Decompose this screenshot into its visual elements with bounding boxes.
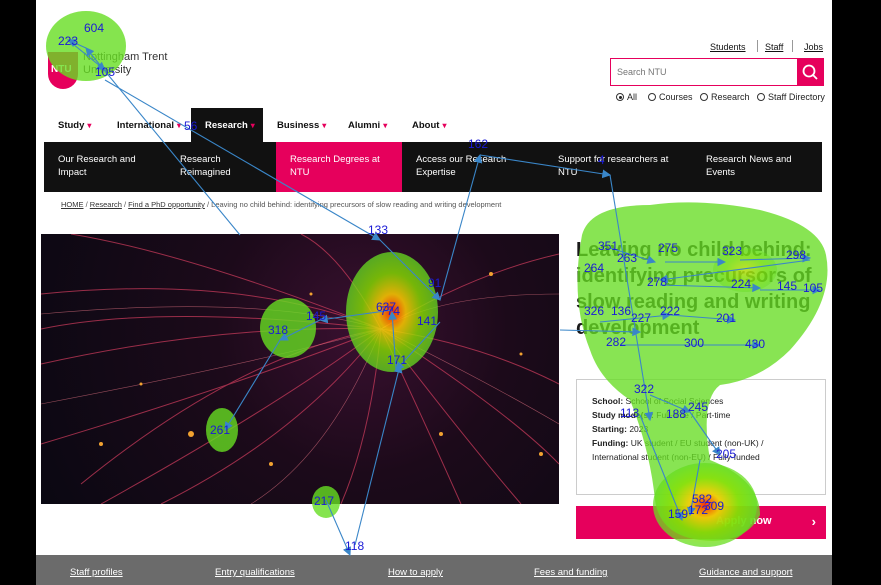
radio-dot [757, 93, 765, 101]
info-value: 2023 [629, 424, 649, 434]
radio-label: Courses [659, 92, 693, 102]
nav-business[interactable]: Business ▾ [263, 108, 334, 142]
footer-link-guidance-support[interactable]: Guidance and support [699, 567, 792, 578]
breadcrumb-current: Leaving no child behind: identifying pre… [211, 200, 502, 209]
radio-courses[interactable]: Courses [648, 92, 693, 102]
info-label: Study mode(s): [592, 410, 654, 420]
subnav-support-researchers[interactable]: Support for researchers at NTU [544, 142, 684, 192]
info-school: School: School of Social Sciences [592, 394, 810, 408]
breadcrumb-sep: / [85, 200, 88, 209]
search-button[interactable] [797, 59, 823, 85]
radio-label: Staff Directory [768, 92, 825, 102]
chevron-down-icon: ▾ [442, 120, 447, 130]
nav-label: Business [277, 119, 320, 131]
ntu-web-page: NTU Nottingham Trent University Students… [36, 22, 832, 585]
nav-label: About [412, 119, 440, 131]
hero-fibres-illustration [41, 234, 559, 504]
footer-link-entry-qualifications[interactable]: Entry qualifications [215, 567, 295, 578]
ntu-logo[interactable]: NTU [48, 52, 78, 89]
right-black-bar [832, 0, 881, 585]
search-box [610, 58, 824, 86]
hero-image [41, 234, 559, 504]
subnav-news-events[interactable]: Research News and Events [692, 142, 822, 192]
breadcrumb-phd[interactable]: Find a PhD opportunity [128, 200, 205, 209]
nav-label: Alumni [348, 119, 381, 131]
staff-link[interactable]: Staff [765, 42, 783, 52]
breadcrumb-sep: / [206, 200, 210, 209]
nav-label: International [117, 119, 175, 131]
radio-dot-selected [616, 93, 624, 101]
search-icon [802, 64, 818, 80]
jobs-link[interactable]: Jobs [804, 42, 823, 52]
radio-dot [648, 93, 656, 101]
footer-link-how-to-apply[interactable]: How to apply [388, 567, 443, 578]
chevron-down-icon: ▾ [177, 120, 182, 130]
footer-link-fees-funding[interactable]: Fees and funding [534, 567, 607, 578]
breadcrumb-sep: / [123, 200, 127, 209]
students-link[interactable]: Students [710, 42, 746, 52]
footer-link-staff-profiles[interactable]: Staff profiles [70, 567, 123, 578]
info-label: Starting: [592, 424, 627, 434]
logo-text: NTU [51, 64, 72, 75]
breadcrumb-research[interactable]: Research [90, 200, 122, 209]
chevron-down-icon: ▾ [87, 120, 92, 130]
subnav-research-degrees[interactable]: Research Degrees at NTU [276, 142, 402, 192]
university-name[interactable]: Nottingham Trent University [83, 51, 193, 77]
info-card: School: School of Social Sciences Study … [576, 379, 826, 495]
uni-name-line2: University [83, 64, 132, 76]
nav-international[interactable]: International ▾ [103, 108, 189, 142]
breadcrumb: HOME / Research / Find a PhD opportunity… [61, 200, 501, 209]
nav-research[interactable]: Research ▾ [191, 108, 263, 142]
search-input[interactable] [611, 59, 798, 85]
screenshot-frame: NTU Nottingham Trent University Students… [0, 0, 881, 585]
subnav-our-research[interactable]: Our Research and Impact [44, 142, 166, 192]
radio-research[interactable]: Research [700, 92, 750, 102]
radio-dot [700, 93, 708, 101]
nav-about[interactable]: About ▾ [398, 108, 454, 142]
info-value: School of Social Sciences [625, 396, 724, 406]
apply-label: Apply now [716, 515, 772, 527]
radio-all[interactable]: All [616, 92, 637, 102]
subnav-research-reimagined[interactable]: Research Reimagined [166, 142, 276, 192]
info-label: School: [592, 396, 624, 406]
uni-name-line1: Nottingham Trent [83, 51, 168, 63]
subnav-access-expertise[interactable]: Access our Research Expertise [402, 142, 542, 192]
chevron-down-icon: ▾ [250, 120, 255, 130]
info-study-mode: Study mode(s): Full-time / Part-time [592, 408, 810, 422]
left-black-bar [0, 0, 36, 585]
radio-label: Research [711, 92, 750, 102]
util-divider [792, 40, 793, 52]
radio-label: All [627, 92, 638, 102]
chevron-down-icon: ▾ [383, 120, 388, 130]
chevron-down-icon: ▾ [322, 120, 327, 130]
chevron-right-icon: › [811, 514, 816, 529]
breadcrumb-home[interactable]: HOME [61, 200, 84, 209]
nav-study[interactable]: Study ▾ [44, 108, 99, 142]
radio-staff-directory[interactable]: Staff Directory [757, 92, 825, 102]
apply-button[interactable]: Apply now › [576, 506, 826, 539]
page-title: Leaving no child behind: identifying pre… [576, 239, 812, 339]
info-funding: Funding: UK student / EU student (non-UK… [592, 436, 810, 464]
nav-alumni[interactable]: Alumni ▾ [334, 108, 395, 142]
nav-label: Research [205, 119, 248, 131]
nav-label: Study [58, 119, 85, 131]
research-subnav: Our Research and Impact Research Reimagi… [44, 142, 822, 192]
util-divider [757, 40, 758, 52]
footer-bar: Staff profiles Entry qualifications How … [36, 555, 832, 585]
info-starting: Starting: 2023 [592, 422, 810, 436]
info-value: Full-time / Part-time [656, 410, 731, 420]
info-label: Funding: [592, 438, 629, 448]
